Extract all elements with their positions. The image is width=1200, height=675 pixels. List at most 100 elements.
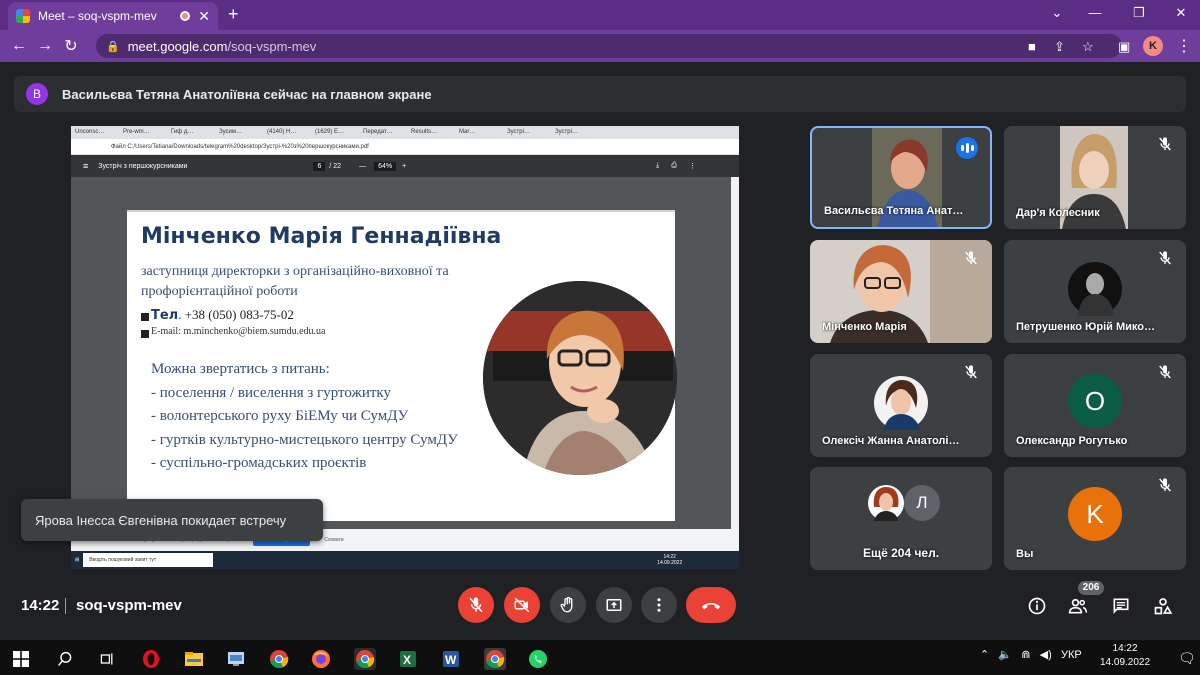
minimize-button[interactable]: — — [1080, 5, 1110, 20]
shared-tab: (4140) H… — [267, 129, 297, 135]
shared-search-box: Вводіть пошуковий запит тут — [83, 553, 214, 567]
participant-avatar — [874, 376, 928, 430]
activities-button[interactable] — [1153, 596, 1173, 616]
participant-initial: K — [1068, 487, 1122, 541]
word-icon[interactable]: W — [440, 648, 462, 670]
mic-toggle-button[interactable] — [458, 587, 494, 623]
present-now-button[interactable] — [596, 587, 632, 623]
meeting-details-button[interactable] — [1027, 596, 1047, 616]
participant-tile[interactable]: O Олександр Рогутько — [1004, 354, 1186, 457]
pdf-scrollbar — [731, 177, 739, 529]
excel-icon[interactable]: X — [397, 648, 419, 670]
participant-tile[interactable]: Петрушенко Юрій Мико… — [1004, 240, 1186, 343]
speaking-indicator-icon — [956, 137, 978, 159]
people-button[interactable] — [1068, 596, 1088, 616]
close-tab-icon[interactable]: ✕ — [198, 8, 210, 25]
search-icon[interactable] — [54, 648, 76, 670]
raise-hand-button[interactable] — [550, 587, 586, 623]
svg-text:X: X — [403, 653, 411, 667]
opera-icon[interactable] — [140, 648, 162, 670]
slide-name: Мінченко Марія Геннадіївна — [141, 224, 502, 249]
chrome-icon[interactable] — [268, 648, 290, 670]
address-bar[interactable]: 🔒 meet.google.com/soq-vspm-mev — [96, 34, 1122, 58]
camera-toggle-button[interactable] — [504, 587, 540, 623]
slide-role-line1: заступниця директорки з організаційно-ви… — [141, 264, 449, 279]
more-options-button[interactable] — [641, 587, 677, 623]
participant-tile[interactable]: Мінченко Марія — [810, 240, 992, 343]
network-icon[interactable]: ⋒ — [1021, 649, 1030, 661]
clock-date: 14.09.2022 — [1100, 657, 1151, 668]
camera-off-icon — [514, 597, 530, 613]
activities-icon — [1154, 598, 1173, 615]
share-icon[interactable]: ⇪ — [1054, 39, 1065, 55]
hand-icon — [560, 596, 573, 613]
leave-notification-toast: Ярова Інесса Євгенівна покидает встречу — [21, 499, 323, 541]
bullet-icon — [141, 330, 149, 338]
presenting-text: Васильєва Тетяна Анатоліївна сейчас на г… — [62, 86, 432, 102]
shared-tab: Зустрі… — [507, 129, 530, 135]
clock-time: 14:22 — [1112, 643, 1138, 654]
system-tray[interactable]: ⌃ 🔈 ⋒ ◀) УКР — [980, 648, 1082, 661]
forward-icon[interactable]: → — [32, 37, 58, 55]
control-panel-icon[interactable] — [225, 648, 247, 670]
zoom-out-icon: — — [359, 162, 367, 170]
whatsapp-icon[interactable] — [527, 648, 549, 670]
participant-avatar — [1068, 262, 1122, 316]
chrome-active-icon[interactable] — [484, 648, 506, 670]
shared-tab: Зустрі… — [555, 129, 578, 135]
profile-avatar[interactable]: K — [1143, 36, 1163, 56]
taskbar-clock[interactable]: 14:22 14.09.2022 — [1100, 642, 1150, 670]
firefox-icon[interactable] — [310, 648, 332, 670]
lock-icon[interactable]: 🔒 — [106, 40, 120, 53]
chat-button[interactable] — [1111, 596, 1131, 616]
notifications-icon[interactable]: 🗨 — [1178, 650, 1196, 667]
participant-tile[interactable]: Васильєва Тетяна Анат… — [810, 126, 992, 229]
back-icon[interactable]: ← — [6, 37, 32, 55]
hide-share-button: Сховати — [324, 537, 344, 543]
pdf-page-content: Мінченко Марія Геннадіївна заступниця ди… — [127, 210, 677, 521]
participant-tile[interactable]: Олексіч Жанна Анатолі… — [810, 354, 992, 457]
windows-start-icon[interactable] — [10, 648, 32, 670]
participant-initial: Л — [904, 485, 940, 521]
shared-tab: (1629) E… — [315, 129, 345, 135]
participant-tile[interactable]: Дар'я Колесник — [1004, 126, 1186, 229]
side-panel-icon[interactable]: ▣ — [1118, 39, 1130, 55]
download-icon: ⤓ — [656, 162, 660, 169]
more-vert-icon — [657, 598, 661, 612]
reload-icon[interactable]: ↻ — [58, 36, 84, 56]
language-indicator[interactable]: УКР — [1061, 649, 1082, 661]
shared-tab: Гиф д… — [171, 129, 194, 135]
file-explorer-icon[interactable] — [183, 648, 205, 670]
self-tile[interactable]: K Вы — [1004, 467, 1186, 570]
speaker-icon[interactable]: ◀) — [1040, 649, 1052, 661]
bookmark-star-icon[interactable]: ☆ — [1082, 39, 1094, 55]
bullet-icon — [141, 313, 149, 321]
phone-hangup-icon — [701, 603, 721, 610]
end-call-button[interactable] — [686, 587, 736, 623]
mic-off-icon — [469, 597, 483, 613]
people-icon — [1068, 598, 1088, 614]
participant-count-badge: 206 — [1078, 581, 1104, 595]
tab-search-icon[interactable]: ⌄ — [1042, 5, 1072, 21]
new-tab-button[interactable]: + — [228, 4, 239, 25]
tray-chevron-icon[interactable]: ⌃ — [980, 649, 989, 661]
chrome-profile-icon[interactable] — [354, 648, 376, 670]
participant-initial: O — [1068, 374, 1122, 428]
camera-in-use-icon[interactable]: ■ — [1028, 39, 1036, 54]
pdf-toolbar: ≡ Зустріч з першокурсниками 6 / 22 — 64%… — [71, 155, 739, 177]
chrome-menu-icon[interactable]: ⋮ — [1176, 36, 1192, 56]
browser-tab[interactable]: Meet – soq-vspm-mev ✕ — [8, 2, 218, 30]
participant-name: Дар'я Колесник — [1016, 207, 1100, 219]
pdf-page: 6 — [313, 161, 326, 171]
svg-text:W: W — [445, 653, 457, 667]
restore-button[interactable]: ❐ — [1124, 5, 1154, 21]
participant-avatar — [868, 485, 904, 521]
volume-icon[interactable]: 🔈 — [998, 649, 1012, 661]
shared-start-icon: ⊞ — [75, 557, 80, 563]
pdf-zoom: 64% — [374, 161, 397, 171]
more-participants-tile[interactable]: Л Ещё 204 чел. — [810, 467, 992, 570]
task-view-icon[interactable] — [96, 648, 118, 670]
topic-item: - суспільно-громадських проєктів — [151, 455, 367, 471]
slide-portrait-photo — [483, 281, 677, 475]
close-window-button[interactable]: ✕ — [1166, 5, 1196, 21]
